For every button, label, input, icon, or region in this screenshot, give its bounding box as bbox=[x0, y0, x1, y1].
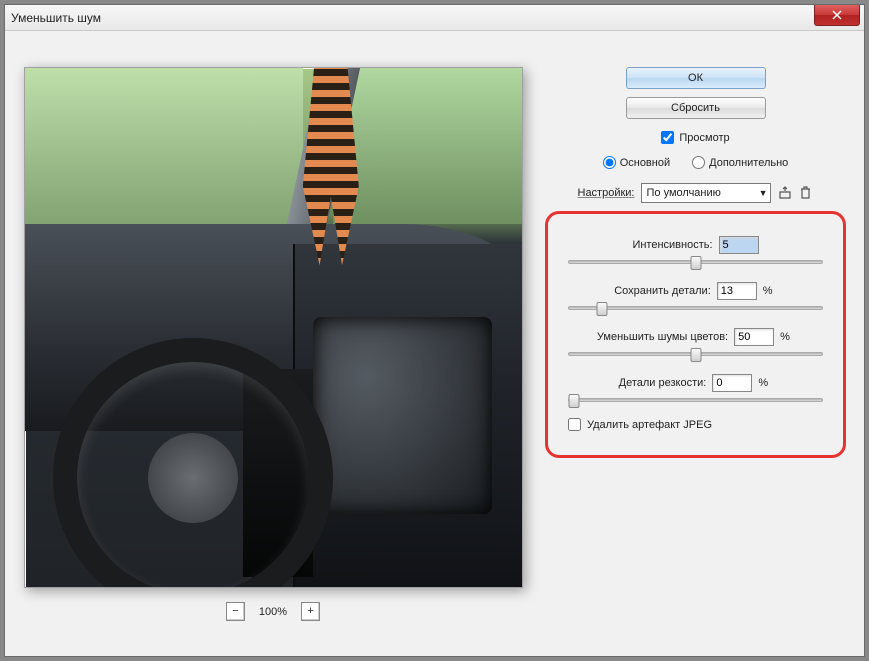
intensity-slider: Интенсивность: bbox=[568, 236, 823, 264]
percent-label: % bbox=[780, 331, 794, 343]
color-noise-track[interactable] bbox=[568, 352, 823, 356]
reset-button-label: Сбросить bbox=[671, 102, 720, 114]
percent-label: % bbox=[758, 377, 772, 389]
highlighted-panel: Интенсивность: Сохранить детали: % bbox=[545, 211, 846, 458]
zoom-in-button[interactable]: + bbox=[301, 602, 320, 621]
sharpen-track[interactable] bbox=[568, 398, 823, 402]
sharpen-thumb[interactable] bbox=[569, 394, 580, 408]
mode-advanced-radio[interactable] bbox=[692, 156, 705, 169]
preview-shape bbox=[333, 68, 522, 224]
chevron-down-icon: ▼ bbox=[759, 188, 768, 198]
preserve-label: Сохранить детали: bbox=[614, 285, 711, 297]
color-noise-input[interactable] bbox=[734, 328, 774, 346]
reduce-noise-dialog: Уменьшить шум − bbox=[4, 4, 865, 657]
delete-preset-icon[interactable] bbox=[798, 185, 814, 201]
color-noise-label: Уменьшить шумы цветов: bbox=[597, 331, 728, 343]
preserve-thumb[interactable] bbox=[596, 302, 607, 316]
preview-checkbox-row[interactable]: Просмотр bbox=[661, 131, 729, 144]
color-noise-thumb[interactable] bbox=[690, 348, 701, 362]
close-button[interactable] bbox=[814, 5, 860, 26]
preview-column: − 100% + bbox=[23, 67, 523, 621]
mode-basic-label: Основной bbox=[620, 157, 670, 169]
mode-basic[interactable]: Основной bbox=[603, 156, 670, 169]
remove-jpeg-label: Удалить артефакт JPEG bbox=[587, 419, 712, 431]
controls-column: ОК Сбросить Просмотр Основной Дополнител… bbox=[545, 67, 846, 621]
ok-button[interactable]: ОК bbox=[626, 67, 766, 89]
save-preset-icon[interactable] bbox=[777, 185, 793, 201]
settings-preset-value: По умолчанию bbox=[647, 187, 721, 199]
zoom-level: 100% bbox=[259, 606, 287, 618]
intensity-thumb[interactable] bbox=[690, 256, 701, 270]
intensity-input[interactable] bbox=[719, 236, 759, 254]
sharpen-details-slider: Детали резкости: % bbox=[568, 374, 823, 402]
zoom-controls: − 100% + bbox=[226, 602, 320, 621]
sharpen-input[interactable] bbox=[712, 374, 752, 392]
settings-preset-dropdown[interactable]: По умолчанию ▼ bbox=[641, 183, 771, 203]
intensity-label: Интенсивность: bbox=[632, 239, 712, 251]
mode-advanced-label: Дополнительно bbox=[709, 157, 788, 169]
titlebar[interactable]: Уменьшить шум bbox=[5, 5, 864, 31]
preserve-track[interactable] bbox=[568, 306, 823, 310]
close-icon bbox=[832, 10, 842, 20]
remove-jpeg-checkbox[interactable] bbox=[568, 418, 581, 431]
mode-radio-group: Основной Дополнительно bbox=[603, 156, 789, 169]
intensity-track[interactable] bbox=[568, 260, 823, 264]
window-title: Уменьшить шум bbox=[11, 11, 101, 25]
ok-button-label: ОК bbox=[688, 72, 703, 84]
mode-basic-radio[interactable] bbox=[603, 156, 616, 169]
color-noise-slider: Уменьшить шумы цветов: % bbox=[568, 328, 823, 356]
plus-icon: + bbox=[307, 606, 313, 617]
preview-checkbox-label: Просмотр bbox=[679, 132, 729, 144]
remove-jpeg-row[interactable]: Удалить артефакт JPEG bbox=[568, 418, 823, 431]
settings-row: Настройки: По умолчанию ▼ bbox=[578, 183, 814, 203]
dialog-content: − 100% + ОК Сбросить Просмотр bbox=[5, 31, 864, 639]
preset-actions bbox=[777, 185, 814, 201]
mode-advanced[interactable]: Дополнительно bbox=[692, 156, 788, 169]
minus-icon: − bbox=[232, 606, 238, 617]
preview-shape bbox=[25, 68, 303, 234]
preview-shape bbox=[313, 317, 492, 514]
percent-label: % bbox=[763, 285, 777, 297]
preview-checkbox[interactable] bbox=[661, 131, 674, 144]
preserve-input[interactable] bbox=[717, 282, 757, 300]
preserve-details-slider: Сохранить детали: % bbox=[568, 282, 823, 310]
sharpen-label: Детали резкости: bbox=[619, 377, 707, 389]
reset-button[interactable]: Сбросить bbox=[626, 97, 766, 119]
preview-image[interactable] bbox=[24, 67, 523, 588]
settings-label: Настройки: bbox=[578, 187, 635, 199]
zoom-out-button[interactable]: − bbox=[226, 602, 245, 621]
